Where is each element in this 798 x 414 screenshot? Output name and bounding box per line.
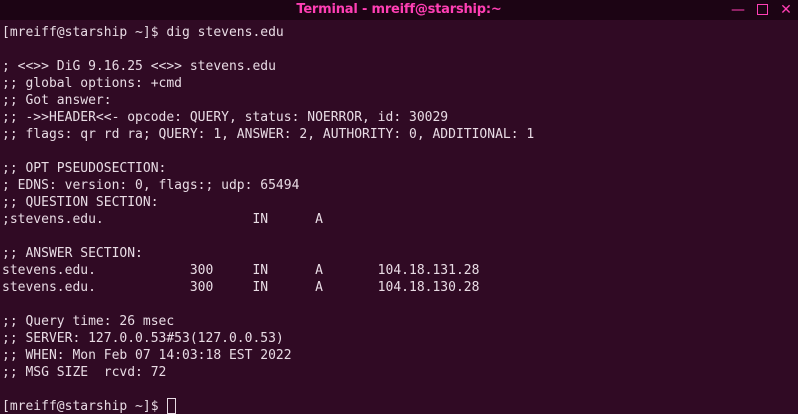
window-title: Terminal - mreiff@starship:~: [296, 2, 502, 17]
terminal-line: ;; OPT PSEUDOSECTION:: [2, 161, 167, 176]
terminal-line: ;stevens.edu. IN A: [2, 212, 323, 227]
terminal-line: ;; ->>HEADER<<- opcode: QUERY, status: N…: [2, 110, 449, 125]
terminal-line: ;; flags: qr rd ra; QUERY: 1, ANSWER: 2,…: [2, 127, 535, 142]
terminal-line: ;; QUESTION SECTION:: [2, 195, 159, 210]
text-cursor: [167, 398, 177, 414]
terminal-line: stevens.edu. 300 IN A 104.18.130.28: [2, 280, 480, 295]
terminal-line: ;; SERVER: 127.0.0.53#53(127.0.0.53): [2, 331, 284, 346]
maximize-icon: [756, 3, 768, 15]
title-bar[interactable]: Terminal - mreiff@starship:~ — ✕: [0, 0, 798, 20]
minimize-button[interactable]: —: [728, 0, 748, 20]
close-button[interactable]: ✕: [776, 0, 796, 20]
terminal-line: ;; Query time: 26 msec: [2, 314, 175, 329]
terminal-line: ;; WHEN: Mon Feb 07 14:03:18 EST 2022: [2, 348, 292, 363]
terminal-line: ;; global options: +cmd: [2, 76, 183, 91]
shell-prompt: [mreiff@starship ~]$: [2, 399, 167, 414]
prompt-line[interactable]: [mreiff@starship ~]$: [2, 398, 177, 414]
terminal-line: ; EDNS: version: 0, flags:; udp: 65494: [2, 178, 300, 193]
terminal-line: ;; MSG SIZE rcvd: 72: [2, 365, 167, 380]
maximize-button[interactable]: [752, 0, 772, 20]
terminal-line: ;; ANSWER SECTION:: [2, 246, 143, 261]
terminal-line: stevens.edu. 300 IN A 104.18.131.28: [2, 263, 480, 278]
terminal-line: ;; Got answer:: [2, 93, 112, 108]
terminal-line: [mreiff@starship ~]$ dig stevens.edu: [2, 25, 284, 40]
terminal-line: ; <<>> DiG 9.16.25 <<>> stevens.edu: [2, 59, 276, 74]
terminal-window: Terminal - mreiff@starship:~ — ✕ [mreiff…: [0, 0, 798, 414]
terminal-output[interactable]: [mreiff@starship ~]$ dig stevens.edu ; <…: [0, 20, 798, 414]
